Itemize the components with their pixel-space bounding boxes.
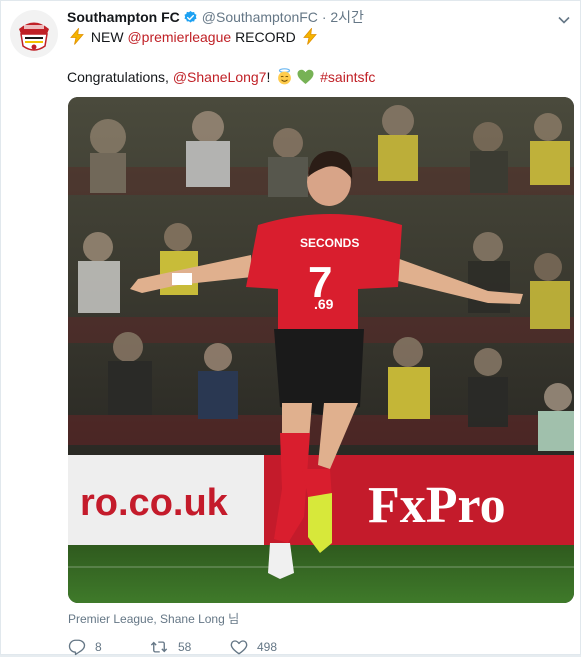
tweet-text-line-1: NEW @premierleague RECORD xyxy=(67,27,320,49)
shirt-name-text: SECONDS xyxy=(300,236,359,250)
retweet-button[interactable]: 58 xyxy=(149,637,191,657)
tweet-text-new: NEW xyxy=(90,29,124,45)
lightning-emoji xyxy=(302,27,318,49)
tweet-card: Southampton FC @SouthamptonFC · 2시간 NEW @… xyxy=(0,0,581,657)
tweet-text-line-2: Congratulations, @ShaneLong7! #saintsfc xyxy=(67,68,375,89)
heart-icon xyxy=(230,640,248,655)
shane-long-celebration-photo: ro.co.uk FxPro SECONDS 7 .69 xyxy=(68,97,574,603)
lightning-emoji xyxy=(69,27,85,49)
tweet-text-record: RECORD xyxy=(235,29,296,45)
tweet-header: Southampton FC @SouthamptonFC · 2시간 xyxy=(67,8,364,29)
like-button[interactable]: 498 xyxy=(230,637,277,657)
reply-icon xyxy=(68,639,86,656)
author-handle[interactable]: @SouthamptonFC xyxy=(202,9,318,25)
advert-board-left-text: ro.co.uk xyxy=(80,482,229,524)
southampton-crest-icon xyxy=(10,10,58,58)
reply-button[interactable]: 8 xyxy=(68,637,102,657)
display-name[interactable]: Southampton FC xyxy=(67,9,180,25)
mention-premierleague[interactable]: @premierleague xyxy=(127,29,231,45)
tweet-timestamp[interactable]: 2시간 xyxy=(330,9,364,25)
tweet-photo[interactable]: ro.co.uk FxPro SECONDS 7 .69 xyxy=(68,97,574,603)
retweet-icon xyxy=(150,641,168,653)
like-count: 498 xyxy=(257,640,278,654)
reply-count: 8 xyxy=(95,640,102,654)
hashtag-saintsfc[interactable]: #saintsfc xyxy=(320,69,375,85)
retweet-count: 58 xyxy=(178,640,192,654)
chevron-down-icon[interactable] xyxy=(558,11,570,29)
photo-tags[interactable]: Premier League, Shane Long 님 xyxy=(68,610,239,627)
avatar[interactable] xyxy=(10,10,58,58)
smiling-halo-emoji xyxy=(276,68,293,89)
separator-dot: · xyxy=(321,9,327,25)
shirt-time-text: .69 xyxy=(314,296,334,312)
green-heart-emoji xyxy=(297,69,314,89)
mention-shanelong7[interactable]: @ShaneLong7 xyxy=(173,69,267,85)
tweet-text-congratulations: Congratulations, xyxy=(67,69,169,85)
advert-board-right-text: FxPro xyxy=(368,477,506,534)
verified-badge-icon xyxy=(183,10,198,29)
tweet-text-exclamation: ! xyxy=(266,69,271,85)
